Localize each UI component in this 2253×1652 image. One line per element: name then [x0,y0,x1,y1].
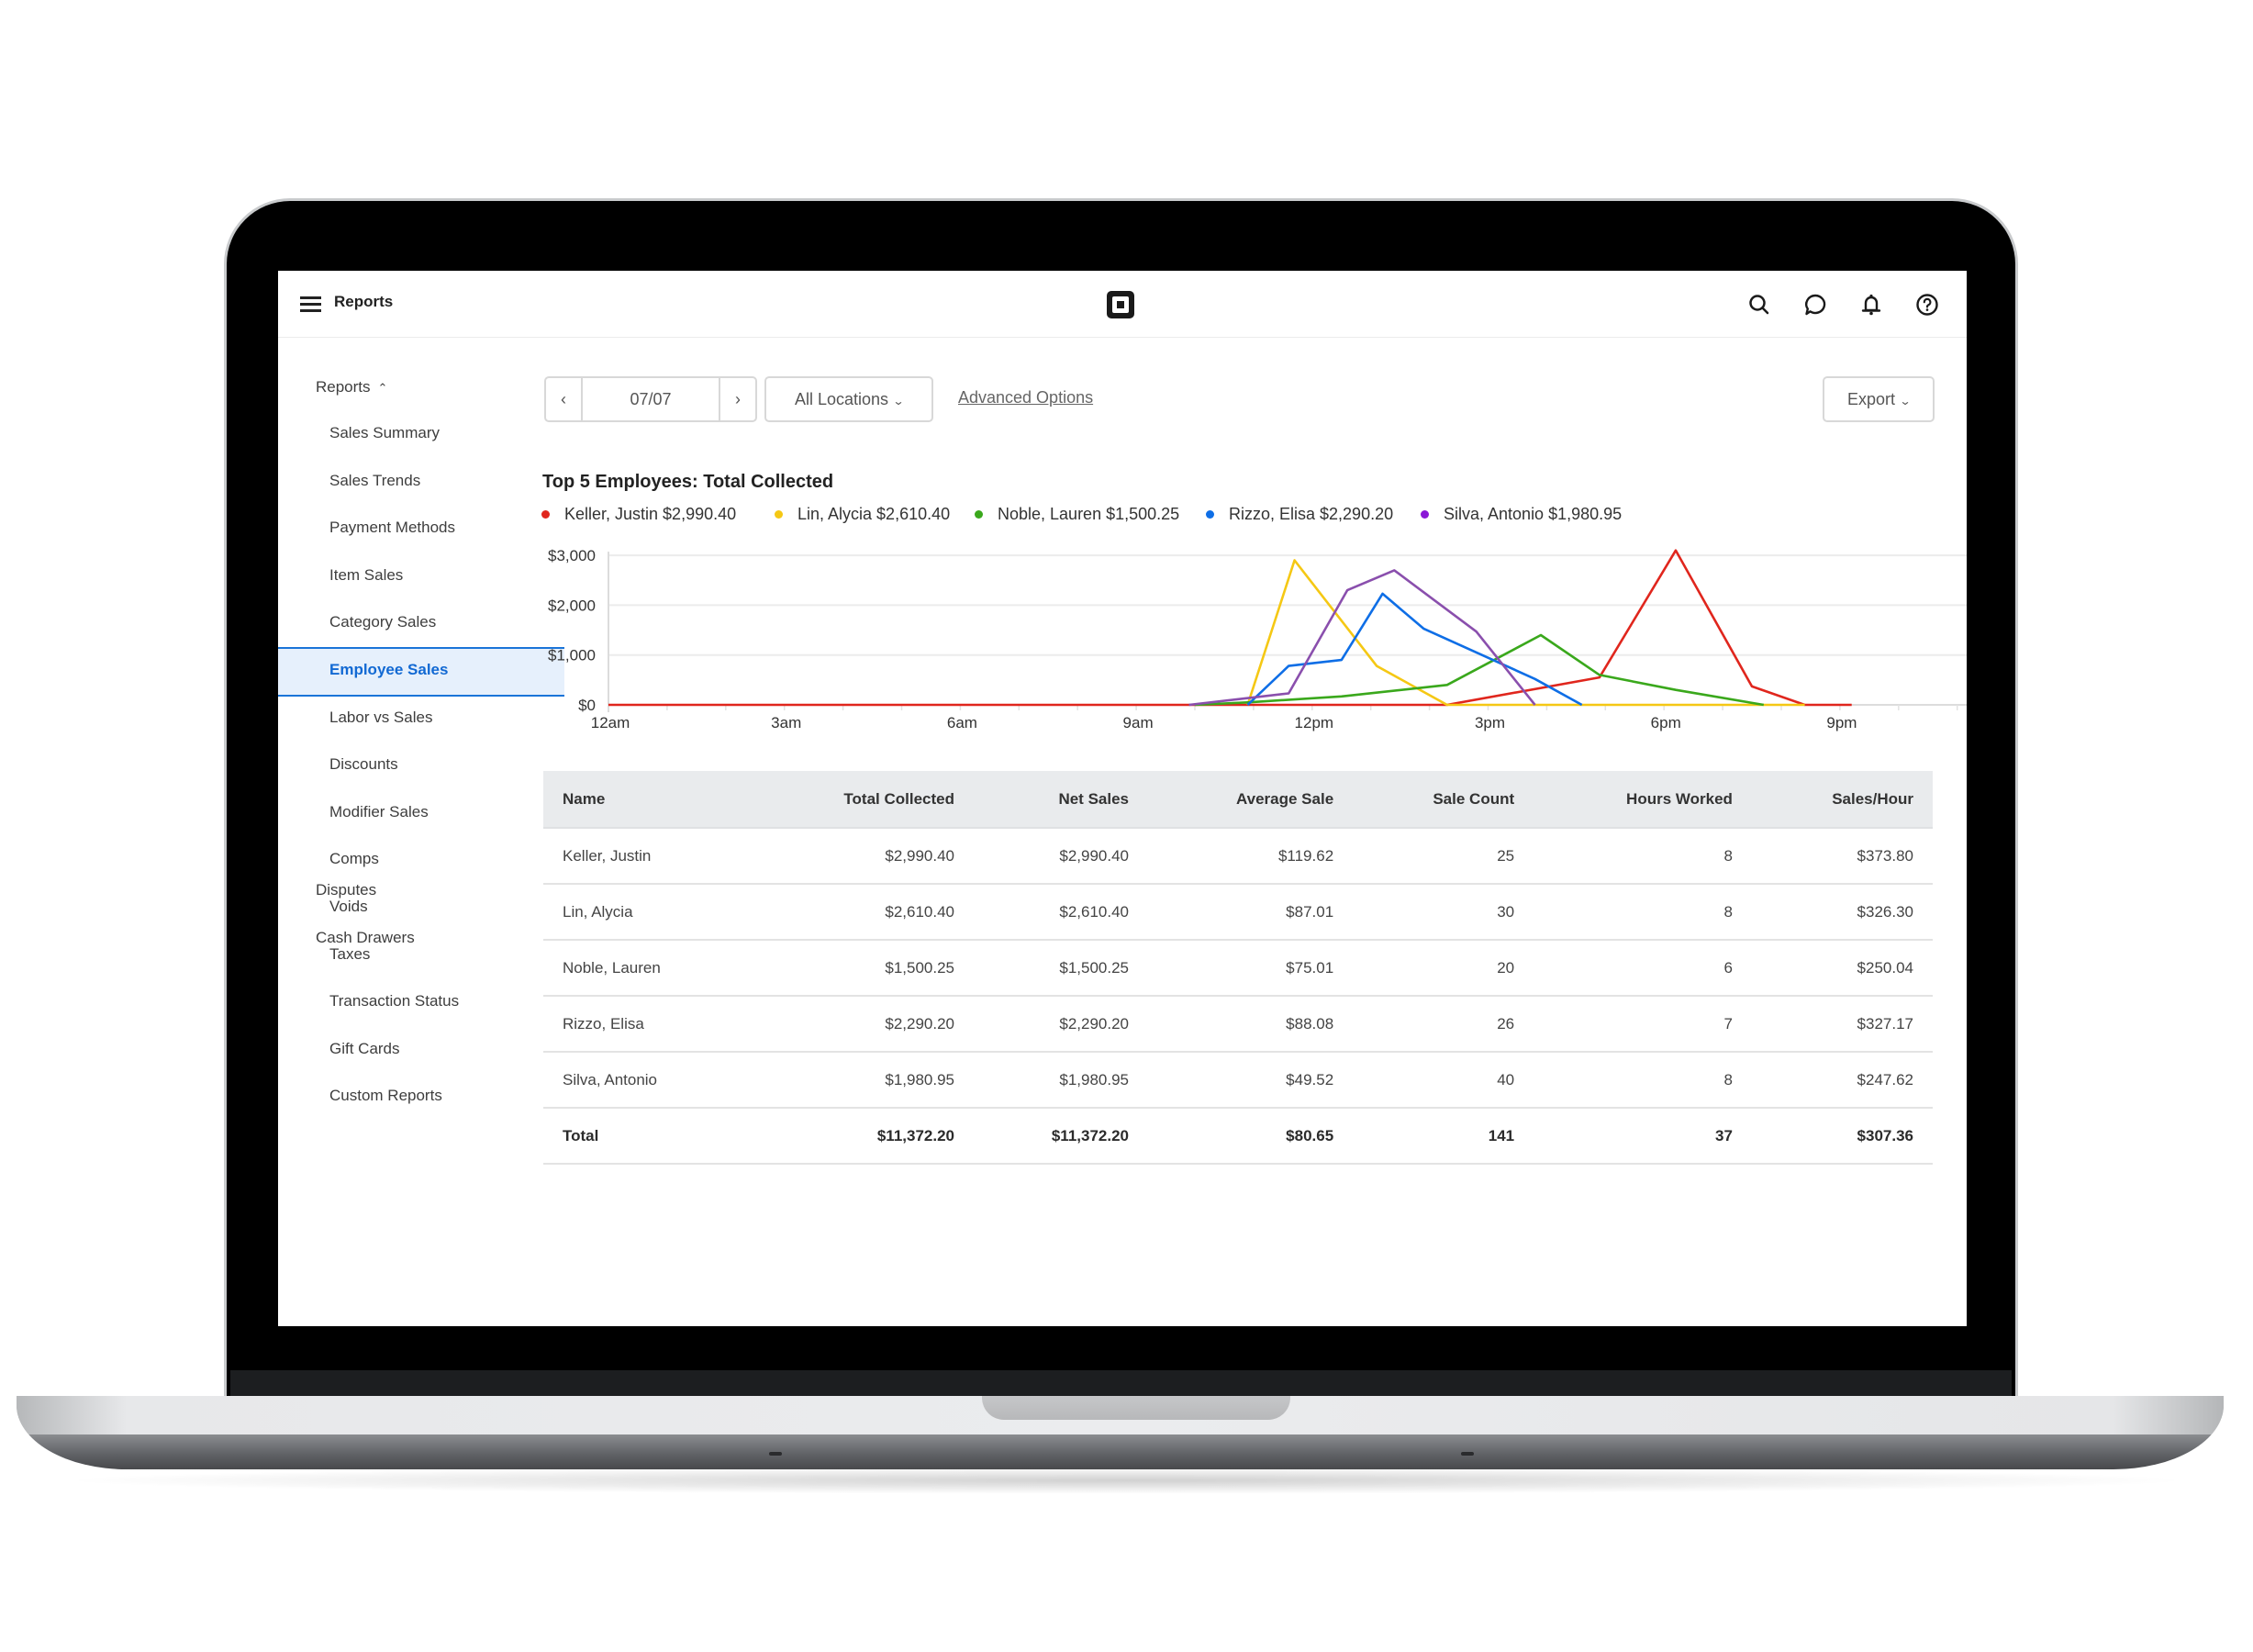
laptop-foot [769,1452,782,1456]
table-cell: $2,290.20 [974,996,1148,1053]
laptop-base-lower [17,1434,2224,1469]
x-tick-label: 12pm [1295,714,1334,731]
table-cell: Lin, Alycia [543,884,750,941]
column-header[interactable]: Total Collected [749,771,974,829]
column-header[interactable]: Average Sale [1148,771,1354,829]
table-cell: Rizzo, Elisa [543,996,750,1053]
column-header[interactable]: Net Sales [974,771,1148,829]
table-cell: $88.08 [1148,996,1354,1053]
total-cell: $11,372.20 [749,1108,974,1165]
laptop-base [17,1396,2224,1469]
table-cell: $2,290.20 [749,996,974,1053]
table-cell: 8 [1534,884,1752,941]
sidebar-item-disputes[interactable]: Disputes [278,867,551,913]
table-cell: $1,500.25 [749,940,974,997]
table-cell: $326.30 [1751,884,1933,941]
y-tick-label: $2,000 [548,597,596,614]
table-row[interactable]: Keller, Justin $2,990.40 $2,990.40 $119.62 2… [543,828,1933,885]
table-row[interactable]: Rizzo, Elisa $2,290.20 $2,290.20 $88.08 26 7 $… [543,996,1933,1053]
sidebar-item-gift-cards[interactable]: Gift Cards [278,1026,564,1072]
table-cell: $327.17 [1751,996,1933,1053]
series-line-silva-antonio [1188,569,1536,707]
column-header[interactable]: Sale Count [1353,771,1534,829]
y-tick-label: $1,000 [548,647,596,664]
x-tick-label: 3pm [1475,714,1505,731]
table-total-row: Total $11,372.20 $11,372.20 $80.65 141 37 $307… [543,1108,1933,1165]
table-row[interactable]: Noble, Lauren $1,500.25 $1,500.25 $75.01 20 6… [543,940,1933,997]
table-cell: $250.04 [1751,940,1933,997]
laptop-hinge [230,1370,2012,1396]
table-cell: Keller, Justin [543,828,750,885]
column-header[interactable]: Sales/Hour [1751,771,1933,829]
laptop-foot [1461,1452,1474,1456]
table-cell: $1,980.95 [749,1052,974,1109]
x-tick-label: 9am [1123,714,1154,731]
column-header[interactable]: Hours Worked [1534,771,1752,829]
table-cell: $75.01 [1148,940,1354,997]
column-header[interactable]: Name [543,771,750,829]
series-line-keller-justin [608,549,1852,707]
total-cell: $307.36 [1751,1108,1933,1165]
sidebar-item-custom-reports[interactable]: Custom Reports [278,1073,564,1119]
table-cell: Silva, Antonio [543,1052,750,1109]
x-tick-label: 6am [947,714,977,731]
total-cell: Total [543,1108,750,1165]
table-cell: $49.52 [1148,1052,1354,1109]
table-cell: $247.62 [1751,1052,1933,1109]
table-row[interactable]: Lin, Alycia $2,610.40 $2,610.40 $87.01 30 8 $3… [543,884,1933,941]
y-tick-label: $0 [578,697,596,714]
app-screen: Reports Reports ⌃ Sales Summary Sales Tren… [278,271,1967,1326]
sidebar-item-modifier-sales[interactable]: Modifier Sales [278,789,564,835]
x-tick-label: 3am [771,714,801,731]
sidebar-item-transaction-status[interactable]: Transaction Status [278,978,564,1024]
table-cell: 7 [1534,996,1752,1053]
laptop-shadow [55,1467,2198,1494]
x-tick-label: 12am [591,714,630,731]
employee-sales-table: Name Total Collected Net Sales Average Sale… [543,771,1933,1165]
table-cell: 20 [1353,940,1534,997]
table-cell: 8 [1534,828,1752,885]
table-cell: 6 [1534,940,1752,997]
laptop-opening-notch [982,1396,1290,1420]
total-cell: $11,372.20 [974,1108,1148,1165]
table-cell: 26 [1353,996,1534,1053]
line-chart: $0 $1,000 $2,000 $3,000 12am 3am 6am 9am 12pm 3pm… [548,547,1967,731]
table-cell: 8 [1534,1052,1752,1109]
y-tick-label: $3,000 [548,547,596,564]
table-cell: 25 [1353,828,1534,885]
table-cell: 30 [1353,884,1534,941]
sidebar-item-cash-drawers[interactable]: Cash Drawers [278,915,551,961]
total-cell: $80.65 [1148,1108,1354,1165]
table-cell: $2,990.40 [749,828,974,885]
x-tick-label: 9pm [1826,714,1857,731]
total-cell: 37 [1534,1108,1752,1165]
total-cell: 141 [1353,1108,1534,1165]
table-cell: $2,610.40 [749,884,974,941]
table-cell: $1,980.95 [974,1052,1148,1109]
table-row[interactable]: Silva, Antonio $1,980.95 $1,980.95 $49.52 40… [543,1052,1933,1109]
table-cell: 40 [1353,1052,1534,1109]
x-tick-label: 6pm [1651,714,1681,731]
table-cell: $119.62 [1148,828,1354,885]
table-cell: $87.01 [1148,884,1354,941]
table-cell: Noble, Lauren [543,940,750,997]
table-cell: $2,990.40 [974,828,1148,885]
table-header-row: Name Total Collected Net Sales Average Sale… [543,771,1933,829]
table-cell: $1,500.25 [974,940,1148,997]
table-cell: $373.80 [1751,828,1933,885]
table-cell: $2,610.40 [974,884,1148,941]
